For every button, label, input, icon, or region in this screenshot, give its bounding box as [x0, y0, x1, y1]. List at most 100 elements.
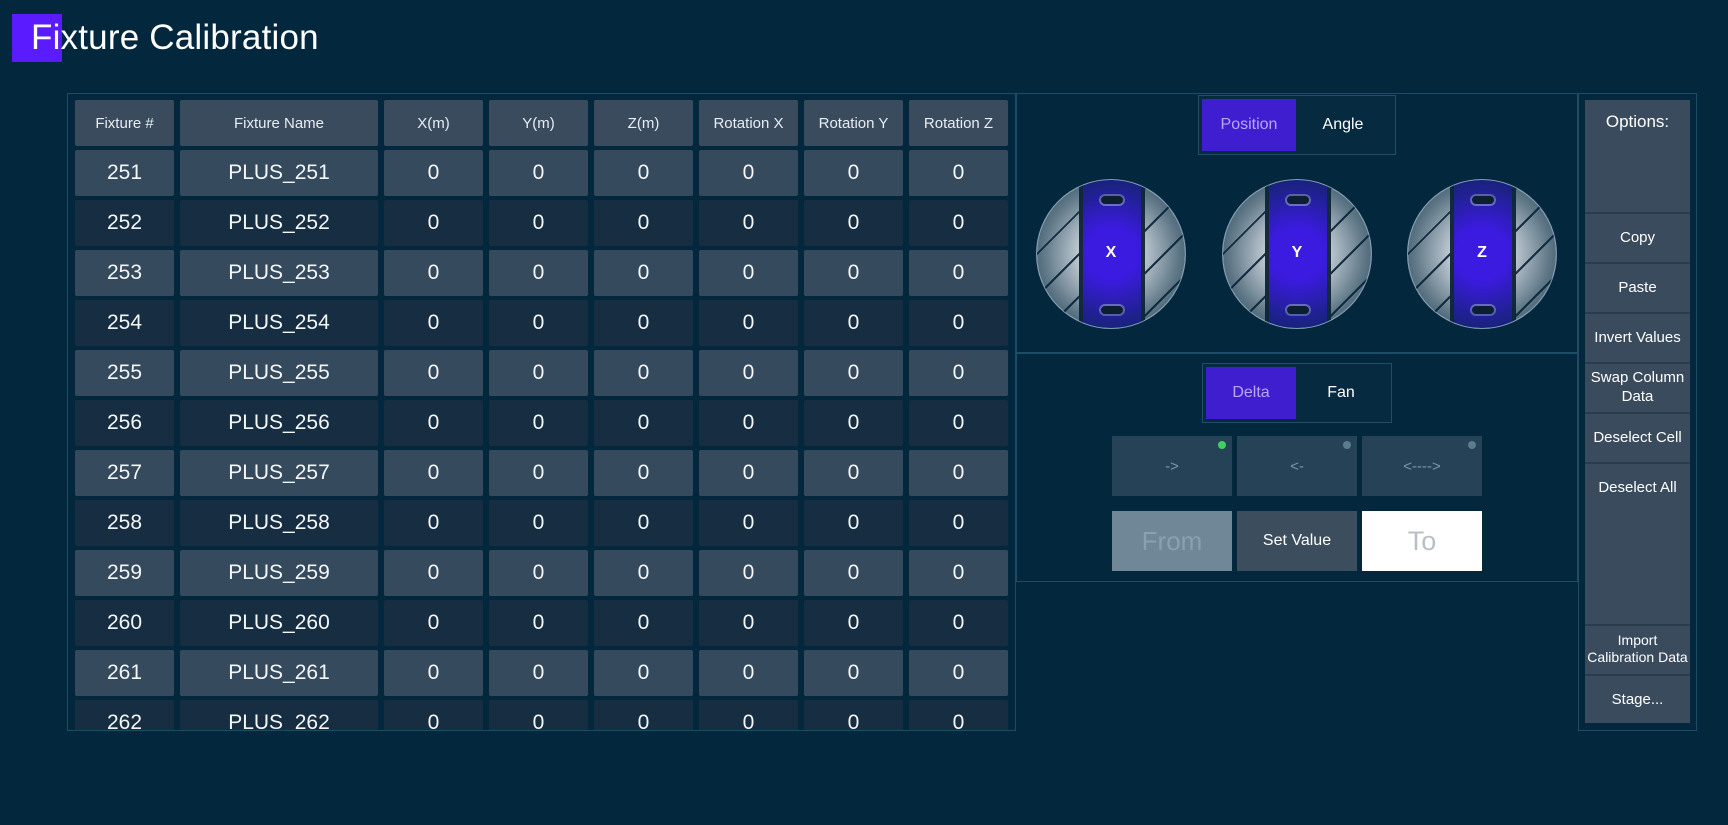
x-cell[interactable]: 0 — [384, 350, 483, 396]
table-row[interactable]: 258 PLUS_258 0 0 0 0 0 0 — [72, 498, 1011, 548]
fixture-name-cell[interactable]: PLUS_261 — [180, 650, 378, 696]
y-cell[interactable]: 0 — [489, 700, 588, 730]
deselect-cell-button[interactable]: Deselect Cell — [1585, 412, 1690, 460]
rotation-z-cell[interactable]: 0 — [909, 400, 1008, 446]
rotation-z-cell[interactable]: 0 — [909, 250, 1008, 296]
rotation-x-cell[interactable]: 0 — [699, 150, 798, 196]
angle-tab[interactable]: Angle — [1296, 99, 1390, 151]
arrow-right-button[interactable]: -> — [1112, 436, 1232, 496]
y-cell[interactable]: 0 — [489, 200, 588, 246]
z-cell[interactable]: 0 — [594, 200, 693, 246]
rotation-x-cell[interactable]: 0 — [699, 700, 798, 730]
table-row[interactable]: 254 PLUS_254 0 0 0 0 0 0 — [72, 298, 1011, 348]
rotation-y-cell[interactable]: 0 — [804, 550, 903, 596]
import-calibration-data-button[interactable]: Import Calibration Data — [1585, 624, 1690, 672]
fixture-number-cell[interactable]: 256 — [75, 400, 174, 446]
stage-button[interactable]: Stage... — [1585, 674, 1690, 722]
x-cell[interactable]: 0 — [384, 200, 483, 246]
fixture-number-cell[interactable]: 260 — [75, 600, 174, 646]
fixture-name-cell[interactable]: PLUS_262 — [180, 700, 378, 730]
y-cell[interactable]: 0 — [489, 250, 588, 296]
position-tab[interactable]: Position — [1202, 99, 1296, 151]
rotation-y-cell[interactable]: 0 — [804, 150, 903, 196]
fixture-number-cell[interactable]: 257 — [75, 450, 174, 496]
fixture-name-cell[interactable]: PLUS_253 — [180, 250, 378, 296]
y-cell[interactable]: 0 — [489, 550, 588, 596]
x-cell[interactable]: 0 — [384, 150, 483, 196]
set-value-button[interactable]: Set Value — [1237, 511, 1357, 571]
rotation-y-cell[interactable]: 0 — [804, 300, 903, 346]
fixture-number-cell[interactable]: 259 — [75, 550, 174, 596]
y-cell[interactable]: 0 — [489, 150, 588, 196]
y-cell[interactable]: 0 — [489, 650, 588, 696]
z-cell[interactable]: 0 — [594, 550, 693, 596]
z-cell[interactable]: 0 — [594, 600, 693, 646]
z-cell[interactable]: 0 — [594, 150, 693, 196]
fixture-number-header[interactable]: Fixture # — [75, 100, 174, 146]
x-cell[interactable]: 0 — [384, 650, 483, 696]
deselect-all-button[interactable]: Deselect All — [1585, 462, 1690, 510]
table-row[interactable]: 251 PLUS_251 0 0 0 0 0 0 — [72, 148, 1011, 198]
rotation-y-cell[interactable]: 0 — [804, 500, 903, 546]
x-cell[interactable]: 0 — [384, 500, 483, 546]
rotation-x-cell[interactable]: 0 — [699, 500, 798, 546]
fan-tab[interactable]: Fan — [1296, 367, 1386, 419]
rotation-z-cell[interactable]: 0 — [909, 300, 1008, 346]
rotation-x-cell[interactable]: 0 — [699, 450, 798, 496]
rotation-z-cell[interactable]: 0 — [909, 350, 1008, 396]
rotation-x-cell[interactable]: 0 — [699, 200, 798, 246]
y-knob[interactable]: Y — [1222, 179, 1372, 329]
rotation-y-cell[interactable]: 0 — [804, 700, 903, 730]
rotation-z-cell[interactable]: 0 — [909, 200, 1008, 246]
table-row[interactable]: 253 PLUS_253 0 0 0 0 0 0 — [72, 248, 1011, 298]
rotation-z-cell[interactable]: 0 — [909, 500, 1008, 546]
z-cell[interactable]: 0 — [594, 300, 693, 346]
z-cell[interactable]: 0 — [594, 400, 693, 446]
swap-column-data-button[interactable]: Swap Column Data — [1585, 362, 1690, 410]
rotation-x-cell[interactable]: 0 — [699, 600, 798, 646]
rotation-x-cell[interactable]: 0 — [699, 650, 798, 696]
z-header[interactable]: Z(m) — [594, 100, 693, 146]
fixture-number-cell[interactable]: 252 — [75, 200, 174, 246]
rotation-y-cell[interactable]: 0 — [804, 450, 903, 496]
fixture-number-cell[interactable]: 262 — [75, 700, 174, 730]
rotation-z-cell[interactable]: 0 — [909, 700, 1008, 730]
fixture-name-cell[interactable]: PLUS_258 — [180, 500, 378, 546]
fixture-name-cell[interactable]: PLUS_254 — [180, 300, 378, 346]
delta-tab[interactable]: Delta — [1206, 367, 1296, 419]
y-cell[interactable]: 0 — [489, 350, 588, 396]
table-row[interactable]: 260 PLUS_260 0 0 0 0 0 0 — [72, 598, 1011, 648]
y-cell[interactable]: 0 — [489, 500, 588, 546]
rotation-z-cell[interactable]: 0 — [909, 600, 1008, 646]
invert-values-button[interactable]: Invert Values — [1585, 312, 1690, 360]
fixture-number-cell[interactable]: 253 — [75, 250, 174, 296]
arrow-both-button[interactable]: <----> — [1362, 436, 1482, 496]
z-cell[interactable]: 0 — [594, 350, 693, 396]
x-cell[interactable]: 0 — [384, 250, 483, 296]
from-field[interactable]: From — [1112, 511, 1232, 571]
to-field[interactable]: To — [1362, 511, 1482, 571]
fixture-name-cell[interactable]: PLUS_255 — [180, 350, 378, 396]
y-cell[interactable]: 0 — [489, 600, 588, 646]
table-row[interactable]: 259 PLUS_259 0 0 0 0 0 0 — [72, 548, 1011, 598]
rotation-z-cell[interactable]: 0 — [909, 450, 1008, 496]
rotation-y-cell[interactable]: 0 — [804, 200, 903, 246]
arrow-left-button[interactable]: <- — [1237, 436, 1357, 496]
rotation-x-cell[interactable]: 0 — [699, 400, 798, 446]
fixture-name-header[interactable]: Fixture Name — [180, 100, 378, 146]
table-row[interactable]: 256 PLUS_256 0 0 0 0 0 0 — [72, 398, 1011, 448]
fixture-number-cell[interactable]: 251 — [75, 150, 174, 196]
fixture-name-cell[interactable]: PLUS_257 — [180, 450, 378, 496]
table-row[interactable]: 255 PLUS_255 0 0 0 0 0 0 — [72, 348, 1011, 398]
fixture-name-cell[interactable]: PLUS_251 — [180, 150, 378, 196]
table-row[interactable]: 257 PLUS_257 0 0 0 0 0 0 — [72, 448, 1011, 498]
y-cell[interactable]: 0 — [489, 300, 588, 346]
x-cell[interactable]: 0 — [384, 700, 483, 730]
z-cell[interactable]: 0 — [594, 500, 693, 546]
paste-button[interactable]: Paste — [1585, 262, 1690, 310]
table-row[interactable]: 262 PLUS_262 0 0 0 0 0 0 — [72, 698, 1011, 730]
rotation-x-cell[interactable]: 0 — [699, 250, 798, 296]
rotation-z-header[interactable]: Rotation Z — [909, 100, 1008, 146]
x-cell[interactable]: 0 — [384, 550, 483, 596]
y-header[interactable]: Y(m) — [489, 100, 588, 146]
